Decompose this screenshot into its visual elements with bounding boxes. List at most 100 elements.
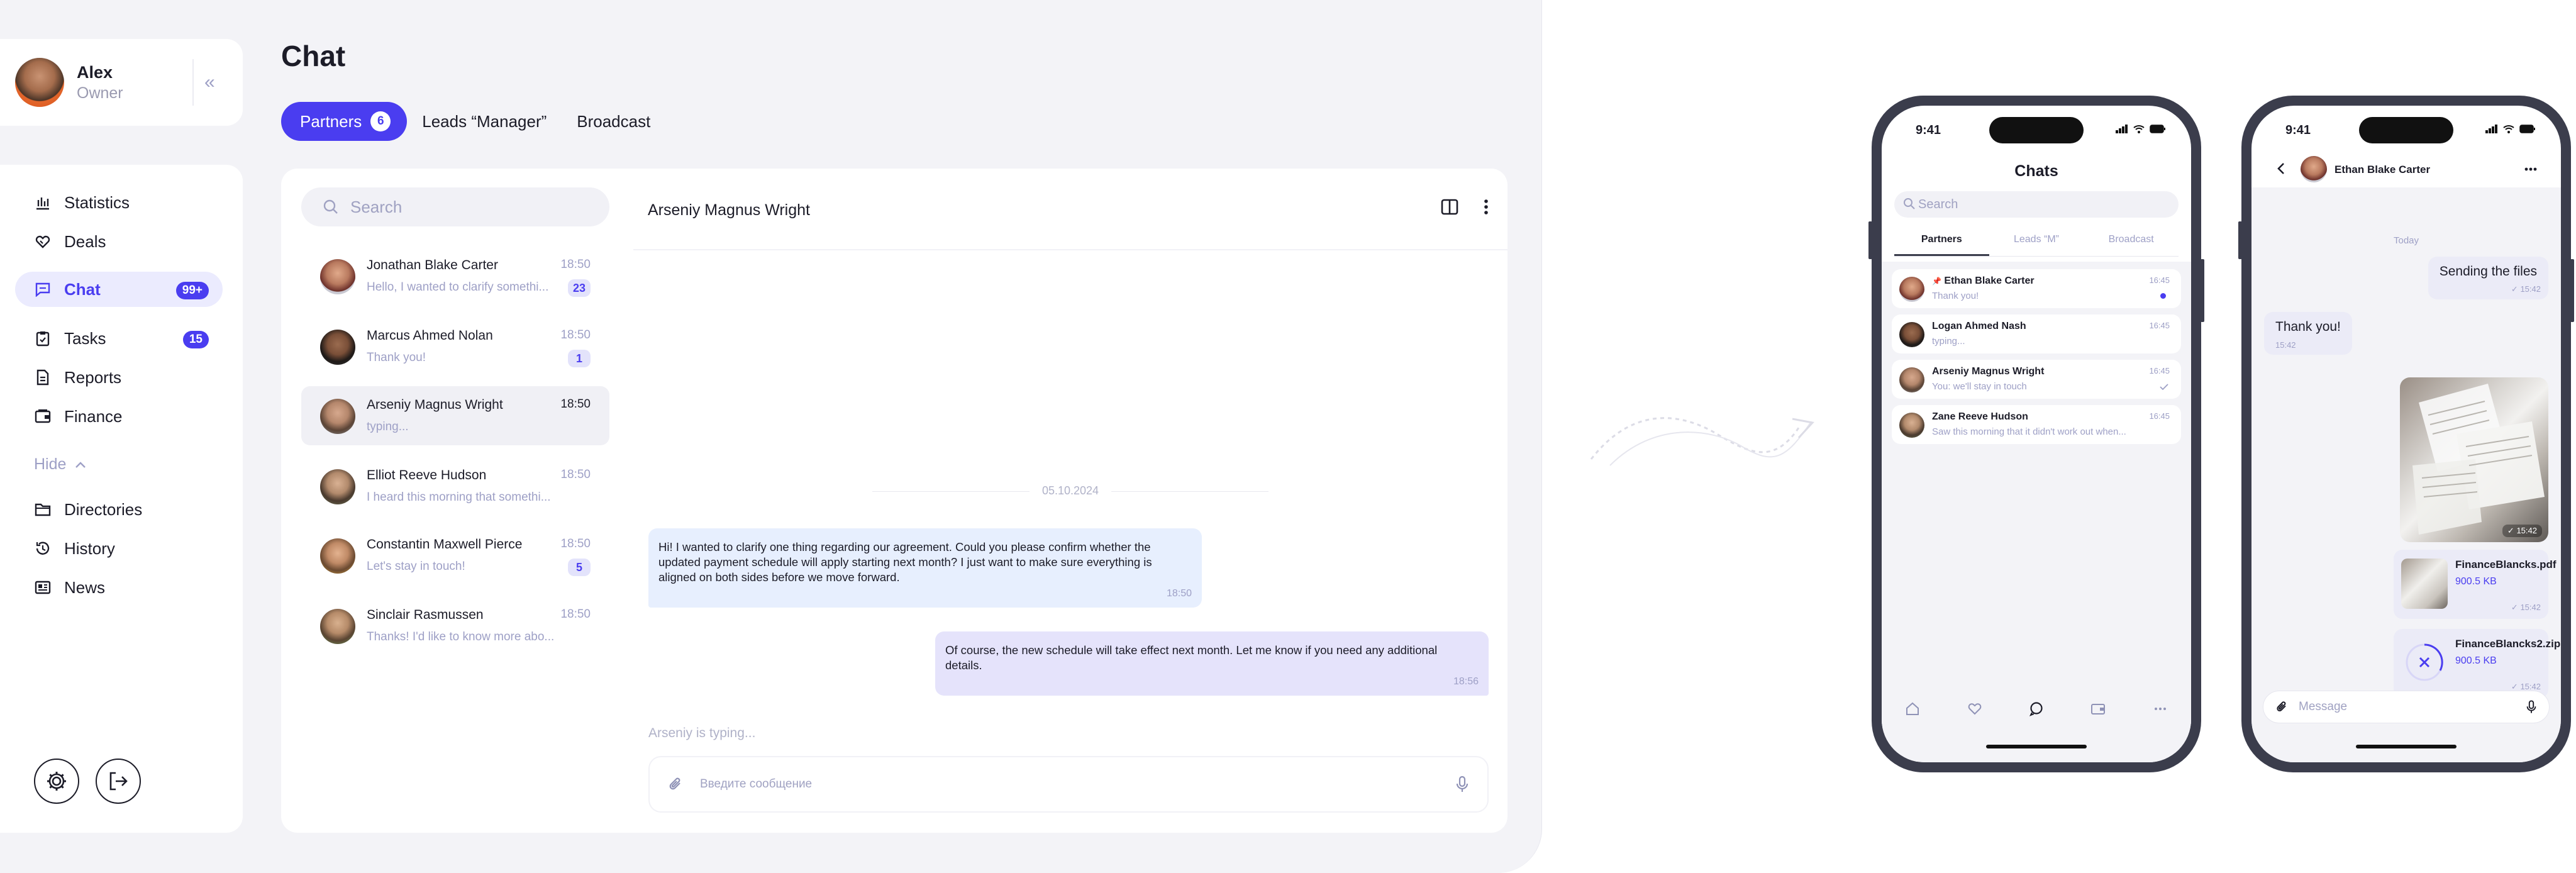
divider xyxy=(633,249,1507,250)
message-time: 18:50 xyxy=(1166,588,1192,599)
microphone-icon[interactable] xyxy=(2526,699,2536,715)
microphone-icon[interactable] xyxy=(1456,776,1468,793)
message-time-text: 15:42 xyxy=(2520,682,2541,691)
list-item[interactable]: 📌 Ethan Blake Carter Thank you! 16:45 xyxy=(1892,269,2181,308)
collapse-sidebar-icon[interactable]: « xyxy=(204,72,215,93)
contact-name: Constantin Maxwell Pierce xyxy=(367,537,523,552)
list-item[interactable]: Constantin Maxwell Pierce Let's stay in … xyxy=(301,526,609,585)
conversation-list: 📌 Ethan Blake Carter Thank you! 16:45 Lo… xyxy=(1882,262,2191,762)
search-icon xyxy=(323,199,339,215)
message-time: 18:50 xyxy=(560,537,591,550)
gear-icon xyxy=(44,769,69,794)
sidebar-item-chat[interactable]: Chat 99+ xyxy=(15,272,223,307)
message-time: ✓ 15:42 xyxy=(2511,603,2541,613)
message-composer[interactable]: Message xyxy=(2263,691,2550,723)
incoming-message[interactable]: Thank you! 15:42 xyxy=(2264,312,2352,355)
search-input[interactable]: Search xyxy=(1894,191,2179,218)
tab-broadcast[interactable]: Broadcast xyxy=(2084,231,2179,256)
home-icon[interactable] xyxy=(1905,701,1920,716)
folder-icon xyxy=(34,501,52,518)
attach-icon[interactable] xyxy=(669,776,684,792)
message-preview: Thank you! xyxy=(1932,291,1979,301)
hide-label: Hide xyxy=(34,455,67,473)
phone-screen: 9:41 Chats Search Partners Leads “M” Bro… xyxy=(1882,106,2191,762)
sidebar-item-statistics[interactable]: Statistics xyxy=(15,185,223,220)
tab-broadcast[interactable]: Broadcast xyxy=(562,102,665,141)
tab-partners[interactable]: Partners 6 xyxy=(281,102,408,141)
read-check-icon: ✓ xyxy=(2507,526,2514,535)
message-time: 15:42 xyxy=(2275,340,2296,350)
message-preview: Thanks! I'd like to know more abo... xyxy=(367,630,555,643)
settings-button[interactable] xyxy=(34,759,79,804)
contact-name: Logan Ahmed Nash xyxy=(1932,321,2026,331)
sidebar-item-directories[interactable]: Directories xyxy=(15,492,223,527)
unread-badge: 5 xyxy=(568,559,591,576)
list-item[interactable]: Jonathan Blake Carter Hello, I wanted to… xyxy=(301,247,609,306)
wallet-icon xyxy=(34,408,52,425)
tab-partners[interactable]: Partners xyxy=(1894,231,1989,256)
phone-side-button xyxy=(2570,259,2574,322)
attach-icon[interactable] xyxy=(2276,700,2289,714)
message-composer[interactable]: Введите сообщение xyxy=(648,756,1489,813)
avatar xyxy=(1899,277,1924,302)
sidebar-item-news[interactable]: News xyxy=(15,570,223,605)
contact-name: Sinclair Rasmussen xyxy=(367,608,484,622)
list-item[interactable]: Sinclair Rasmussen Thanks! I'd like to k… xyxy=(301,596,609,655)
more-options-icon[interactable] xyxy=(1484,199,1489,215)
avatar[interactable] xyxy=(2301,156,2327,182)
message-time: ✓ 15:42 xyxy=(2511,284,2541,294)
list-item[interactable]: Elliot Reeve Hudson I heard this morning… xyxy=(301,457,609,516)
file-size: 900.5 KB xyxy=(2455,576,2497,587)
file-attachment[interactable]: FinanceBlancks2.zip 900.5 KB ✓ 15:42 xyxy=(2394,629,2560,698)
search-input[interactable]: Search xyxy=(301,187,609,226)
more-options-icon[interactable] xyxy=(2524,167,2537,171)
avatar xyxy=(320,259,355,294)
battery-icon xyxy=(2150,125,2166,133)
message-text: Thank you! xyxy=(2275,320,2341,334)
message-preview: typing... xyxy=(367,420,409,433)
message-time: 18:50 xyxy=(560,608,591,621)
hide-toggle[interactable]: Hide xyxy=(34,455,86,474)
unread-badge: 99+ xyxy=(175,282,209,299)
wallet-icon[interactable] xyxy=(2090,701,2106,716)
logout-button[interactable] xyxy=(96,759,141,804)
outgoing-message[interactable]: Sending the files ✓ 15:42 xyxy=(2428,257,2548,299)
handshake-icon[interactable] xyxy=(1967,701,1982,716)
history-icon xyxy=(34,540,52,557)
composer-placeholder: Message xyxy=(2299,700,2348,713)
list-item[interactable]: Arseniy Magnus Wright typing... 18:50 xyxy=(301,386,609,445)
profile-name: Alex xyxy=(77,63,113,82)
list-item[interactable]: Arseniy Magnus Wright You: we'll stay in… xyxy=(1892,360,2181,399)
tab-leads[interactable]: Leads “M” xyxy=(1989,231,2084,256)
flow-arrow-decoration xyxy=(1585,390,1824,491)
photo-attachment[interactable]: ✓ 15:42 xyxy=(2400,377,2548,542)
unread-badge: 23 xyxy=(567,279,591,297)
more-icon[interactable] xyxy=(2153,701,2168,716)
sidebar-nav: Statistics Deals Chat 99+ Tasks 15 Repor… xyxy=(0,165,243,833)
message-time-text: 15:42 xyxy=(2520,603,2541,612)
message-preview: Let's stay in touch! xyxy=(367,560,465,573)
sidebar-item-deals[interactable]: Deals xyxy=(15,224,223,259)
avatar[interactable] xyxy=(15,58,64,107)
download-progress-icon[interactable] xyxy=(2404,642,2445,683)
list-item[interactable]: Logan Ahmed Nash typing... 16:45 xyxy=(1892,314,2181,353)
file-attachment[interactable]: FinanceBlancks.pdf 900.5 KB ✓ 15:42 xyxy=(2394,550,2557,619)
message-time: 16:45 xyxy=(2149,366,2170,375)
sidebar-item-reports[interactable]: Reports xyxy=(15,360,223,395)
split-view-icon[interactable] xyxy=(1441,199,1458,215)
sidebar-item-finance[interactable]: Finance xyxy=(15,399,223,434)
tab-count-badge: 6 xyxy=(370,111,391,131)
message-time: 18:50 xyxy=(560,468,591,481)
list-item[interactable]: Zane Reeve Hudson Saw this morning that … xyxy=(1892,405,2181,444)
chat-icon[interactable] xyxy=(2029,701,2044,716)
sidebar-item-tasks[interactable]: Tasks 15 xyxy=(15,321,223,356)
typing-indicator: Arseniy is typing... xyxy=(648,726,756,740)
chat-tabs: Partners Leads “M” Broadcast xyxy=(1894,231,2179,257)
outgoing-message[interactable]: Of course, the new schedule will take ef… xyxy=(935,631,1489,696)
status-time: 9:41 xyxy=(2285,123,2311,137)
tab-leads-manager[interactable]: Leads “Manager” xyxy=(407,102,562,141)
sidebar-item-history[interactable]: History xyxy=(15,531,223,566)
incoming-message[interactable]: Hi! I wanted to clarify one thing regard… xyxy=(648,528,1202,608)
list-item[interactable]: Marcus Ahmed Nolan Thank you! 18:50 1 xyxy=(301,317,609,376)
back-arrow-icon[interactable] xyxy=(2277,162,2285,175)
